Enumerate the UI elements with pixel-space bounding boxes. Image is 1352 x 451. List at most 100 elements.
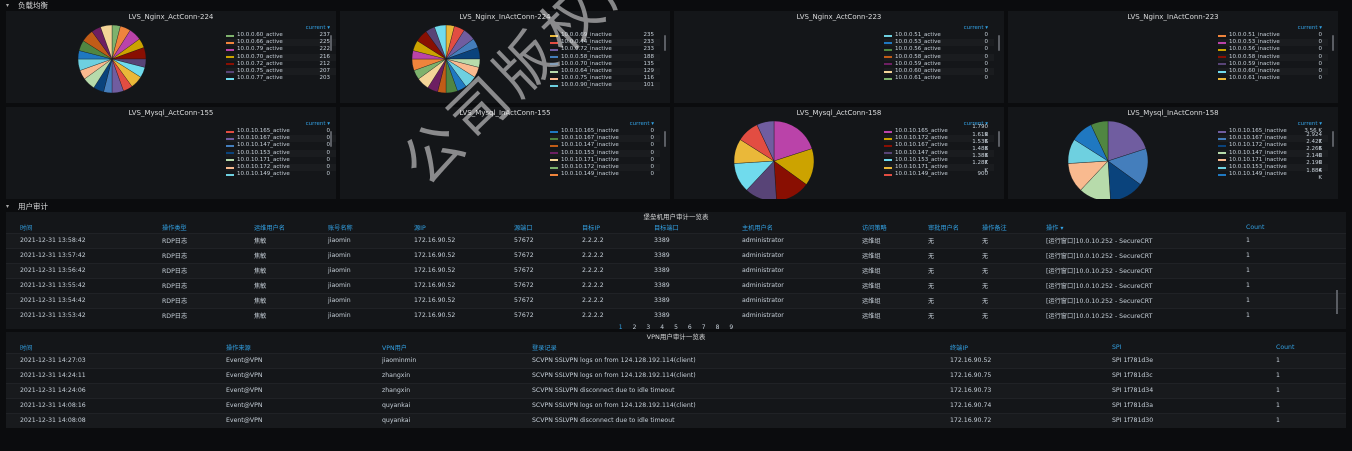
pie-chart[interactable] — [76, 25, 148, 93]
legend-item[interactable]: 10.0.0.75_inactive 116 — [550, 75, 660, 82]
legend-item[interactable]: 10.0.0.66_active 225 — [226, 39, 336, 47]
scrollbar[interactable] — [664, 131, 666, 147]
panel-title[interactable]: LVS_Mysql_ActConn-155 — [6, 107, 336, 119]
table-row[interactable]: 2021-12-31 13:53:42 RDP日志 焦敏 jiaomin 172.16.… — [6, 307, 1346, 323]
scrollbar[interactable] — [1332, 131, 1334, 147]
column-header[interactable]: 终端IP — [936, 343, 1098, 353]
page-link[interactable]: 7 — [702, 324, 706, 331]
scrollbar[interactable] — [664, 35, 666, 51]
panel-title[interactable]: LVS_Mysql_ActConn-158 — [674, 107, 1004, 119]
column-header[interactable]: SPI — [1098, 343, 1262, 353]
column-header[interactable]: 目标IP — [568, 223, 640, 233]
legend-item[interactable]: 10.0.10.171_active 1.287 K — [884, 160, 994, 174]
column-header[interactable]: 登录记录 — [518, 343, 936, 353]
scrollbar[interactable] — [1336, 290, 1338, 314]
legend-item[interactable]: 10.0.10.149_active 900 — [884, 171, 994, 178]
legend-item[interactable]: 10.0.0.58_inactive 188 — [550, 53, 660, 61]
column-header[interactable]: 主机用户名 — [728, 223, 848, 233]
legend-item[interactable]: 10.0.0.51_inactive 0 — [1218, 32, 1328, 39]
column-header[interactable]: 访问策略 — [848, 223, 914, 233]
legend-item[interactable]: 10.0.10.167_active 0 — [226, 135, 336, 143]
table-row[interactable]: 2021-12-31 13:55:42 RDP日志 焦敏 jiaomin 172.16.… — [6, 277, 1346, 293]
legend-item[interactable]: 10.0.0.64_inactive 129 — [550, 67, 660, 76]
column-header[interactable]: Count — [1232, 223, 1346, 233]
legend-sort-header[interactable]: current ▾ — [1218, 25, 1328, 32]
column-header[interactable]: 源端口 — [500, 223, 568, 233]
legend-item[interactable]: 10.0.10.171_inactive 0 — [550, 157, 660, 164]
legend-item[interactable]: 10.0.10.147_inactive 0 — [550, 142, 660, 149]
legend-sort-header[interactable]: current ▾ — [550, 121, 660, 128]
panel-title[interactable]: LVS_Nginx_ActConn-223 — [674, 11, 1004, 23]
column-header[interactable]: 目标端口 — [640, 223, 728, 233]
column-header[interactable]: VPN用户 — [368, 343, 518, 353]
column-header[interactable]: 操作来源 — [212, 343, 368, 353]
legend-item[interactable]: 10.0.10.165_inactive 0 — [550, 128, 660, 135]
legend-item[interactable]: 10.0.0.75_active 207 — [226, 67, 336, 76]
column-header[interactable]: 操作 ▾ — [1032, 223, 1232, 233]
column-header[interactable]: 审批用户名 — [914, 223, 968, 233]
legend-item[interactable]: 10.0.10.153_active 0 — [226, 149, 336, 157]
pie-chart[interactable] — [410, 25, 482, 93]
legend-item[interactable]: 10.0.0.53_active 0 — [884, 39, 994, 47]
panel-title[interactable]: LVS_Nginx_ActConn-224 — [6, 11, 336, 23]
panel-title[interactable]: LVS_Mysql_InActConn-158 — [1008, 107, 1338, 119]
column-header[interactable]: 时间 — [6, 343, 212, 353]
legend-item[interactable]: 10.0.10.165_active 0 — [226, 128, 336, 135]
scrollbar[interactable] — [998, 131, 1000, 147]
scrollbar[interactable] — [330, 35, 332, 51]
column-header[interactable]: 操作备注 — [968, 223, 1032, 233]
column-header[interactable]: Count — [1262, 343, 1346, 353]
legend-item[interactable]: 10.0.0.70_active 216 — [226, 53, 336, 61]
legend-item[interactable]: 10.0.10.147_active 0 — [226, 142, 336, 149]
legend-item[interactable]: 10.0.0.61_inactive 0 — [1218, 75, 1328, 82]
page-link[interactable]: 3 — [646, 324, 650, 331]
legend-item[interactable]: 10.0.10.149_active 0 — [226, 171, 336, 178]
legend-item[interactable]: 10.0.0.72_inactive 233 — [550, 46, 660, 53]
section-header-user-audit[interactable]: ▾ 用户审计 — [0, 201, 1352, 212]
legend-item[interactable]: 10.0.0.60_inactive 0 — [1218, 67, 1328, 76]
legend-item[interactable]: 10.0.0.72_active 212 — [226, 61, 336, 68]
legend-item[interactable]: 10.0.0.56_inactive 0 — [1218, 46, 1328, 53]
legend-item[interactable]: 10.0.0.53_inactive 0 — [1218, 39, 1328, 47]
table-row[interactable]: 2021-12-31 14:08:16 Event@VPN quyankai SCVP… — [6, 397, 1346, 413]
scrollbar[interactable] — [330, 131, 332, 147]
panel-title[interactable]: LVS_Nginx_InActConn-223 — [1008, 11, 1338, 23]
legend-item[interactable]: 10.0.0.79_active 222 — [226, 46, 336, 53]
column-header[interactable]: 运维用户名 — [240, 223, 314, 233]
legend-item[interactable]: 10.0.10.172_inactive 0 — [550, 163, 660, 172]
scrollbar[interactable] — [998, 35, 1000, 51]
legend-item[interactable]: 10.0.0.90_inactive 101 — [550, 82, 660, 90]
page-link[interactable]: 2 — [633, 324, 637, 331]
table-row[interactable]: 2021-12-31 13:58:42 RDP日志 焦敏 jiaomin 172.16.… — [6, 232, 1346, 248]
legend-item[interactable]: 10.0.0.56_active 0 — [884, 46, 994, 53]
page-link[interactable]: 9 — [729, 324, 733, 331]
legend-item[interactable]: 10.0.10.149_inactive 0 — [550, 171, 660, 178]
page-link[interactable]: 8 — [716, 324, 720, 331]
legend-item[interactable]: 10.0.0.61_active 0 — [884, 75, 994, 82]
legend-sort-header[interactable]: current ▾ — [226, 25, 336, 32]
panel-title[interactable]: LVS_Nginx_InActConn-224 — [340, 11, 670, 23]
legend-sort-header[interactable]: current ▾ — [226, 121, 336, 128]
section-header-load-balance[interactable]: ▾ 负载均衡 — [0, 0, 1352, 11]
legend-item[interactable]: 10.0.0.60_active 0 — [884, 67, 994, 76]
legend-item[interactable]: 10.0.0.51_active 0 — [884, 32, 994, 39]
legend-item[interactable]: 10.0.0.44_inactive 233 — [550, 39, 660, 47]
legend-item[interactable]: 10.0.0.59_active 0 — [884, 61, 994, 68]
page-link[interactable]: 4 — [660, 324, 664, 331]
legend-item[interactable]: 10.0.10.172_active 0 — [226, 163, 336, 172]
legend-sort-header[interactable] — [550, 25, 660, 32]
table-row[interactable]: 2021-12-31 13:57:42 RDP日志 焦敏 jiaomin 172.16.… — [6, 247, 1346, 263]
legend-item[interactable]: 10.0.0.77_active 203 — [226, 75, 336, 82]
table-row[interactable]: 2021-12-31 14:24:06 Event@VPN zhangxin SCVP… — [6, 382, 1346, 398]
column-header[interactable]: 源IP — [400, 223, 500, 233]
table-row[interactable]: 2021-12-31 14:08:08 Event@VPN quyankai SCVP… — [6, 412, 1346, 428]
column-header[interactable]: 账号名称 — [314, 223, 400, 233]
legend-sort-header[interactable]: current ▾ — [884, 25, 994, 32]
panel-title[interactable]: LVS_Mysql_InActConn-155 — [340, 107, 670, 119]
legend-item[interactable]: 10.0.0.59_inactive 0 — [1218, 61, 1328, 68]
pie-chart[interactable] — [734, 121, 814, 199]
table-row[interactable]: 2021-12-31 13:56:42 RDP日志 焦敏 jiaomin 172.16.… — [6, 262, 1346, 278]
table-row[interactable]: 2021-12-31 14:27:03 Event@VPN jiaominmin SC… — [6, 352, 1346, 368]
pie-chart[interactable] — [1068, 121, 1148, 199]
legend-item[interactable]: 10.0.0.60_active 237 — [226, 32, 336, 39]
